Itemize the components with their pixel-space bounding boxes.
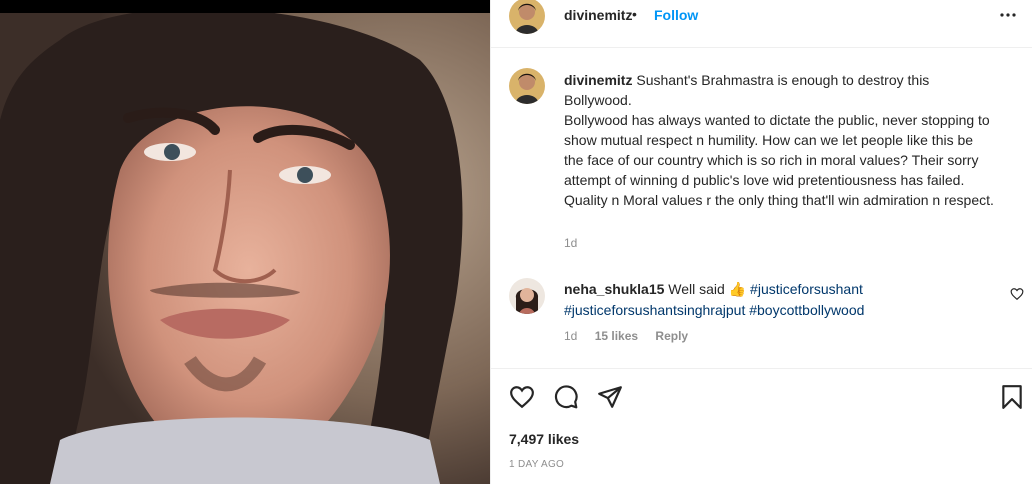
hashtag-link[interactable]: #boycottbollywood xyxy=(749,302,864,318)
separator-dot: • xyxy=(632,6,637,22)
thumbs-up-emoji: 👍 xyxy=(728,281,747,297)
heart-icon[interactable] xyxy=(1010,287,1024,301)
more-icon[interactable] xyxy=(999,6,1017,29)
comment-text: Well said xyxy=(668,281,725,297)
caption-body: Bollywood has always wanted to dictate t… xyxy=(564,112,994,208)
post-header: divinemitz • Follow xyxy=(491,0,1032,40)
header-divider xyxy=(491,47,1032,48)
comment-likes[interactable]: 15 likes xyxy=(595,329,638,343)
portrait-photo xyxy=(0,0,490,484)
hashtag-link[interactable]: #justiceforsushantsinghrajput xyxy=(564,302,745,318)
actions-divider xyxy=(491,368,1032,369)
header-username[interactable]: divinemitz xyxy=(564,7,632,23)
comment-username[interactable]: neha_shukla15 xyxy=(564,281,664,297)
post-image[interactable] xyxy=(0,0,490,484)
share-icon[interactable] xyxy=(597,384,623,410)
image-top-bar xyxy=(0,0,490,13)
comment-meta: 1d 15 likes Reply xyxy=(564,329,702,343)
post-date[interactable]: 1 DAY AGO xyxy=(509,459,564,470)
comment-timestamp[interactable]: 1d xyxy=(564,329,577,343)
avatar[interactable] xyxy=(509,68,545,104)
bookmark-icon[interactable] xyxy=(999,384,1025,410)
avatar[interactable] xyxy=(509,278,545,314)
comment-icon[interactable] xyxy=(553,384,579,410)
follow-button[interactable]: Follow xyxy=(654,7,698,23)
hashtag-link[interactable]: #justiceforsushant xyxy=(750,281,863,297)
caption-timestamp[interactable]: 1d xyxy=(564,236,577,250)
likes-count[interactable]: 7,497 likes xyxy=(509,431,579,447)
caption: divinemitz Sushant's Brahmastra is enoug… xyxy=(564,70,994,210)
heart-icon[interactable] xyxy=(509,384,535,410)
avatar[interactable] xyxy=(509,0,545,34)
reply-button[interactable]: Reply xyxy=(655,329,688,343)
post-panel: divinemitz • Follow divinemitz Sushant's… xyxy=(490,0,1032,484)
comment: neha_shukla15 Well said 👍 #justiceforsus… xyxy=(564,279,964,321)
caption-username[interactable]: divinemitz xyxy=(564,72,632,88)
